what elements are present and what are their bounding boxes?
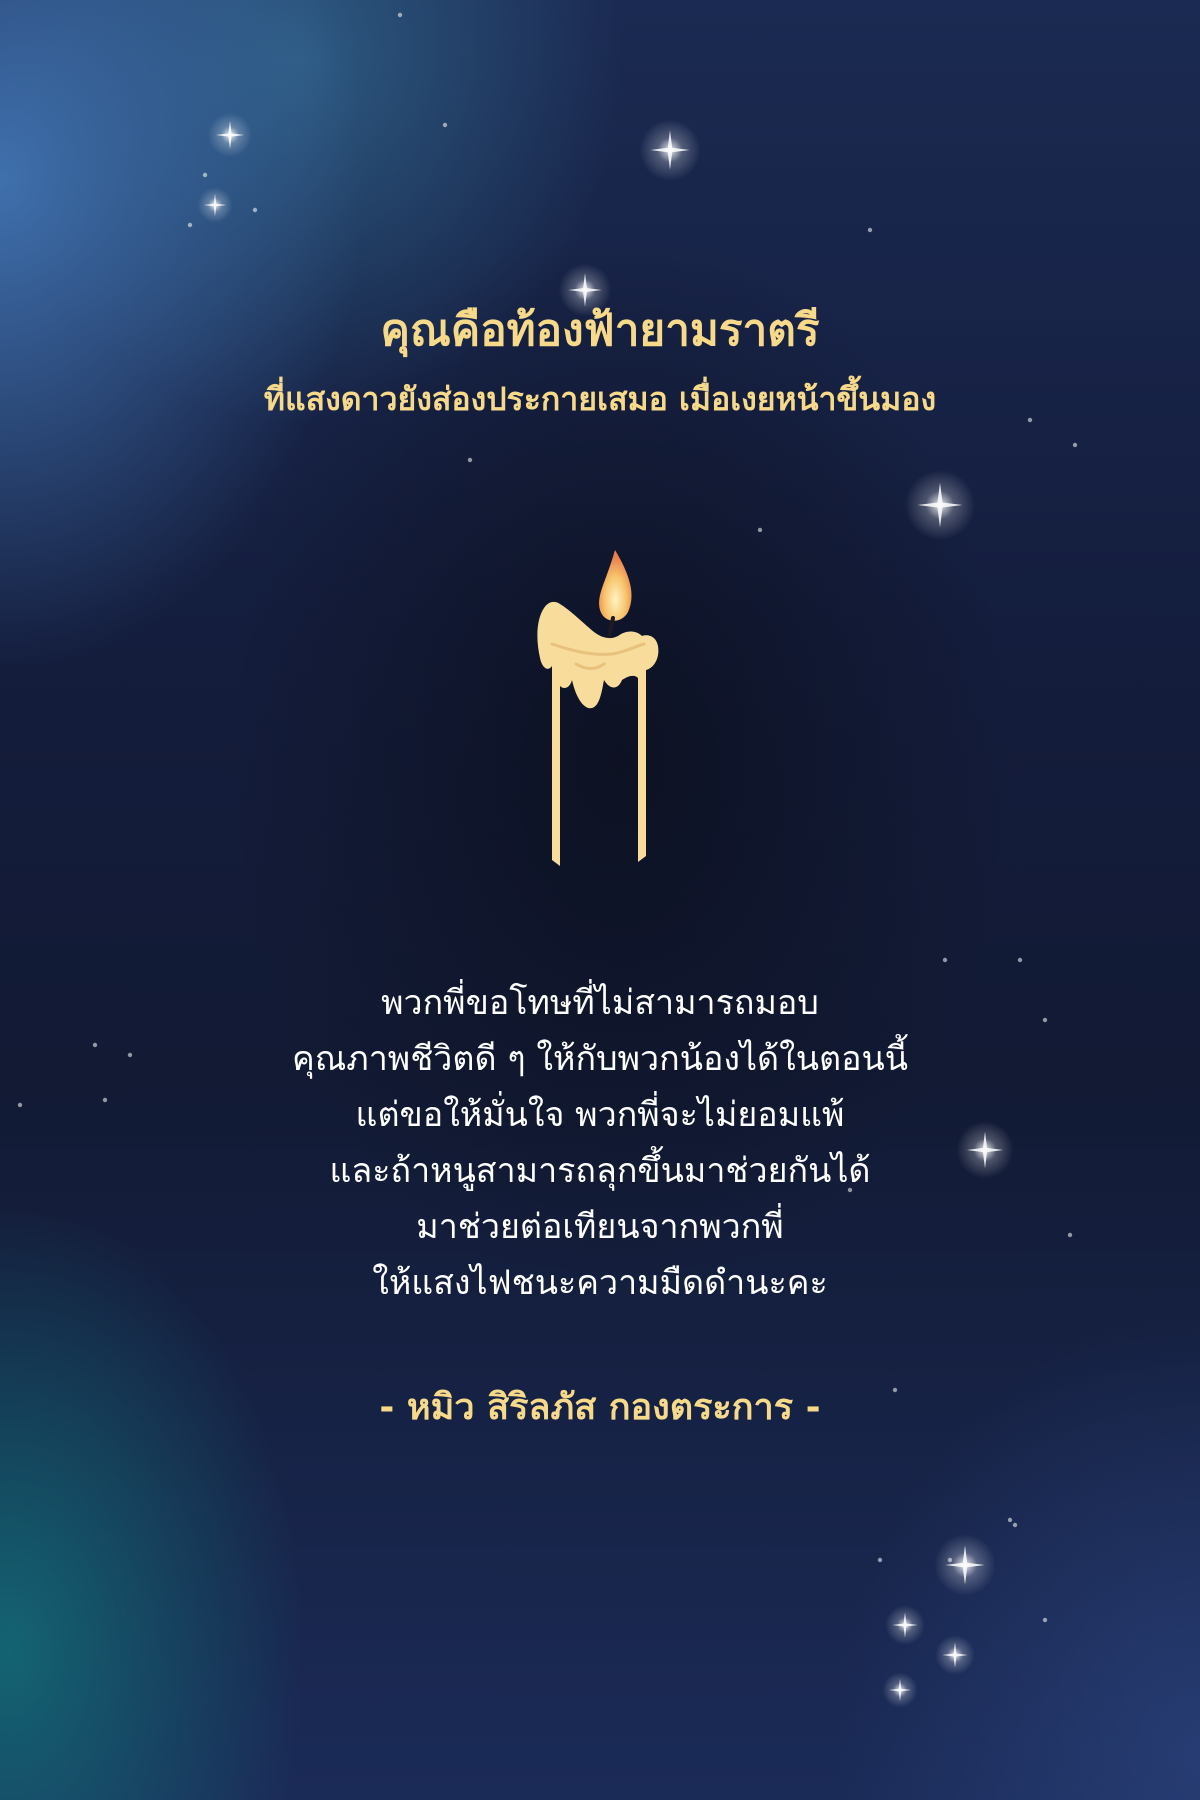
message-line: และถ้าหนูสามารถลุกขึ้นมาช่วยกันได้ bbox=[329, 1151, 871, 1191]
sparkle-star bbox=[885, 1605, 925, 1645]
author-signature: - หมิว สิริลภัส กองตระการ - bbox=[379, 1387, 821, 1428]
sparkle-star bbox=[882, 1672, 918, 1708]
star-dot bbox=[442, 122, 448, 128]
candle-icon bbox=[537, 550, 659, 866]
message-line: คุณภาพชีวิตดี ๆ ให้กับพวกน้องได้ในตอนนี้ bbox=[292, 1039, 908, 1079]
star-dot bbox=[1012, 1522, 1018, 1528]
star-dot bbox=[467, 457, 473, 463]
star-dot bbox=[877, 1557, 883, 1563]
star-dot bbox=[1027, 417, 1033, 423]
starfield-background bbox=[17, 12, 1078, 1708]
star-dot bbox=[757, 527, 763, 533]
card-title: คุณคือท้องฟ้ายามราตรี bbox=[380, 305, 820, 356]
star-dot bbox=[942, 957, 948, 963]
sparkle-star bbox=[934, 1534, 996, 1596]
star-dot bbox=[397, 12, 403, 18]
message-block: พวกพี่ขอโทษที่ไม่สามารถมอบ คุณภาพชีวิตดี… bbox=[0, 975, 1200, 1311]
star-dot bbox=[867, 227, 873, 233]
message-line: พวกพี่ขอโทษที่ไม่สามารถมอบ bbox=[381, 983, 819, 1023]
star-dot bbox=[947, 1557, 953, 1563]
star-dot bbox=[1017, 957, 1023, 963]
star-dot bbox=[202, 172, 208, 178]
star-dot bbox=[1072, 442, 1078, 448]
star-dot bbox=[187, 222, 193, 228]
message-line: มาช่วยต่อเทียนจากพวกพี่ bbox=[416, 1207, 784, 1247]
star-dot bbox=[1042, 1617, 1048, 1623]
sparkle-star bbox=[639, 119, 701, 181]
star-dot bbox=[252, 207, 258, 213]
card-subtitle: ที่แสงดาวยังส่องประกายเสมอ เมื่อเงยหน้าข… bbox=[263, 380, 937, 418]
sparkle-star bbox=[904, 469, 976, 541]
message-line: แต่ขอให้มั่นใจ พวกพี่จะไม่ยอมแพ้ bbox=[355, 1095, 845, 1135]
message-line: ให้แสงไฟชนะความมืดดำนะคะ bbox=[372, 1263, 828, 1303]
sparkle-star bbox=[935, 1635, 975, 1675]
sparkle-star bbox=[208, 113, 252, 157]
star-dot bbox=[1007, 1517, 1013, 1523]
sparkle-star bbox=[197, 187, 233, 223]
